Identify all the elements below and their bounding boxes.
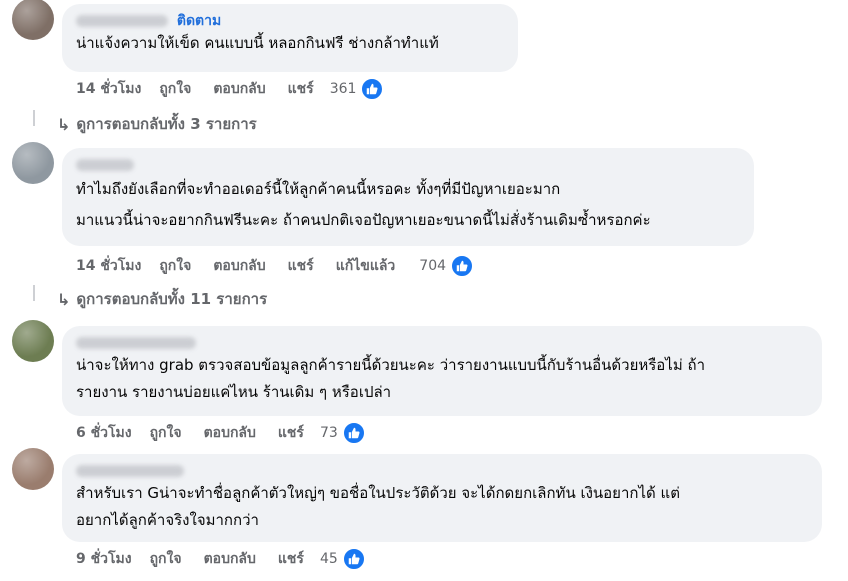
comment-actions: 9 ชั่วโมง ถูกใจ ตอบกลับ แชร์ 45 — [76, 547, 366, 571]
share-button[interactable]: แชร์ — [278, 548, 304, 570]
comment-bubble: สำหรับเรา Gน่าจะทำชื่อลูกค้าตัวใหญ่ๆ ขอช… — [62, 454, 822, 542]
author-name-blurred — [76, 465, 184, 477]
author-name-blurred — [76, 159, 134, 171]
reply-arrow-icon: ↳ — [57, 289, 71, 309]
comment-actions: 14 ชั่วโมง ถูกใจ ตอบกลับ แชร์ 361 — [76, 77, 385, 101]
view-replies-label: ดูการตอบกลับทั้ง 11 รายการ — [76, 290, 268, 308]
reply-button[interactable]: ตอบกลับ — [213, 78, 265, 100]
thumbs-up-icon — [341, 421, 366, 445]
comment-author[interactable] — [76, 156, 742, 174]
thread-line — [33, 285, 35, 301]
reaction-count[interactable]: 704 — [419, 258, 446, 274]
comment-text: น่าจะให้ทาง grab ตรวจสอบข้อมูลลูกค้ารายน… — [76, 356, 706, 374]
comment-text: ทำไมถึงยังเลือกที่จะทำออเดอร์นี้ให้ลูกค้… — [76, 180, 561, 198]
avatar[interactable] — [12, 320, 54, 362]
comment-time[interactable]: 6 ชั่วโมง — [76, 422, 132, 444]
share-button[interactable]: แชร์ — [278, 422, 304, 444]
author-name-blurred — [76, 15, 168, 27]
comment-actions: 14 ชั่วโมง ถูกใจ ตอบกลับ แชร์ แก้ไขแล้ว … — [76, 254, 475, 278]
avatar[interactable] — [12, 0, 54, 40]
avatar[interactable] — [12, 142, 54, 184]
comment-text: มาแนวนี้น่าจะอยากกินฟรีนะคะ ถ้าคนปกติเจอ… — [76, 211, 651, 229]
comment-time[interactable]: 9 ชั่วโมง — [76, 548, 132, 570]
thread-line — [33, 110, 35, 126]
comment-text: อยากได้ลูกค้าจริงใจมากกว่า — [76, 511, 259, 529]
share-button[interactable]: แชร์ — [288, 255, 314, 277]
comment-bubble: น่าจะให้ทาง grab ตรวจสอบข้อมูลลูกค้ารายน… — [62, 326, 822, 416]
comment-text: สำหรับเรา Gน่าจะทำชื่อลูกค้าตัวใหญ่ๆ ขอช… — [76, 484, 680, 502]
like-button[interactable]: ถูกใจ — [159, 78, 191, 100]
edited-label[interactable]: แก้ไขแล้ว — [336, 255, 396, 277]
reply-arrow-icon: ↳ — [57, 114, 71, 134]
view-replies-label: ดูการตอบกลับทั้ง 3 รายการ — [76, 115, 257, 133]
comment-text: น่าแจ้งความให้เข็ด คนแบบนี้ หลอกกินฟรี ช… — [76, 34, 439, 52]
reply-button[interactable]: ตอบกลับ — [204, 422, 256, 444]
comment-bubble: ติดตาม น่าแจ้งความให้เข็ด คนแบบนี้ หลอกก… — [62, 4, 518, 72]
comment-author[interactable] — [76, 334, 810, 352]
reply-button[interactable]: ตอบกลับ — [213, 255, 265, 277]
comment-time[interactable]: 14 ชั่วโมง — [76, 255, 141, 277]
share-button[interactable]: แชร์ — [288, 78, 314, 100]
comment-time[interactable]: 14 ชั่วโมง — [76, 78, 141, 100]
comment-author[interactable] — [76, 462, 810, 480]
view-replies-link[interactable]: ↳ ดูการตอบกลับทั้ง 11 รายการ — [57, 288, 267, 310]
thumbs-up-icon — [341, 547, 366, 571]
thumbs-up-icon — [360, 77, 385, 101]
reply-button[interactable]: ตอบกลับ — [204, 548, 256, 570]
comment-text: รายงาน รายงานบ่อยแค่ไหน ร้านเดิม ๆ หรือเ… — [76, 383, 392, 401]
reaction-count[interactable]: 45 — [320, 551, 338, 567]
comment-bubble: ทำไมถึงยังเลือกที่จะทำออเดอร์นี้ให้ลูกค้… — [62, 148, 754, 246]
comment-author[interactable]: ติดตาม — [76, 12, 506, 30]
author-name-blurred — [76, 337, 196, 349]
follow-link[interactable]: ติดตาม — [177, 13, 221, 29]
reaction-count[interactable]: 361 — [330, 81, 357, 97]
like-button[interactable]: ถูกใจ — [150, 548, 182, 570]
avatar[interactable] — [12, 448, 54, 490]
view-replies-link[interactable]: ↳ ดูการตอบกลับทั้ง 3 รายการ — [57, 113, 257, 135]
comment-actions: 6 ชั่วโมง ถูกใจ ตอบกลับ แชร์ 73 — [76, 421, 366, 445]
reaction-count[interactable]: 73 — [320, 425, 338, 441]
thumbs-up-icon — [450, 254, 475, 278]
like-button[interactable]: ถูกใจ — [159, 255, 191, 277]
like-button[interactable]: ถูกใจ — [150, 422, 182, 444]
